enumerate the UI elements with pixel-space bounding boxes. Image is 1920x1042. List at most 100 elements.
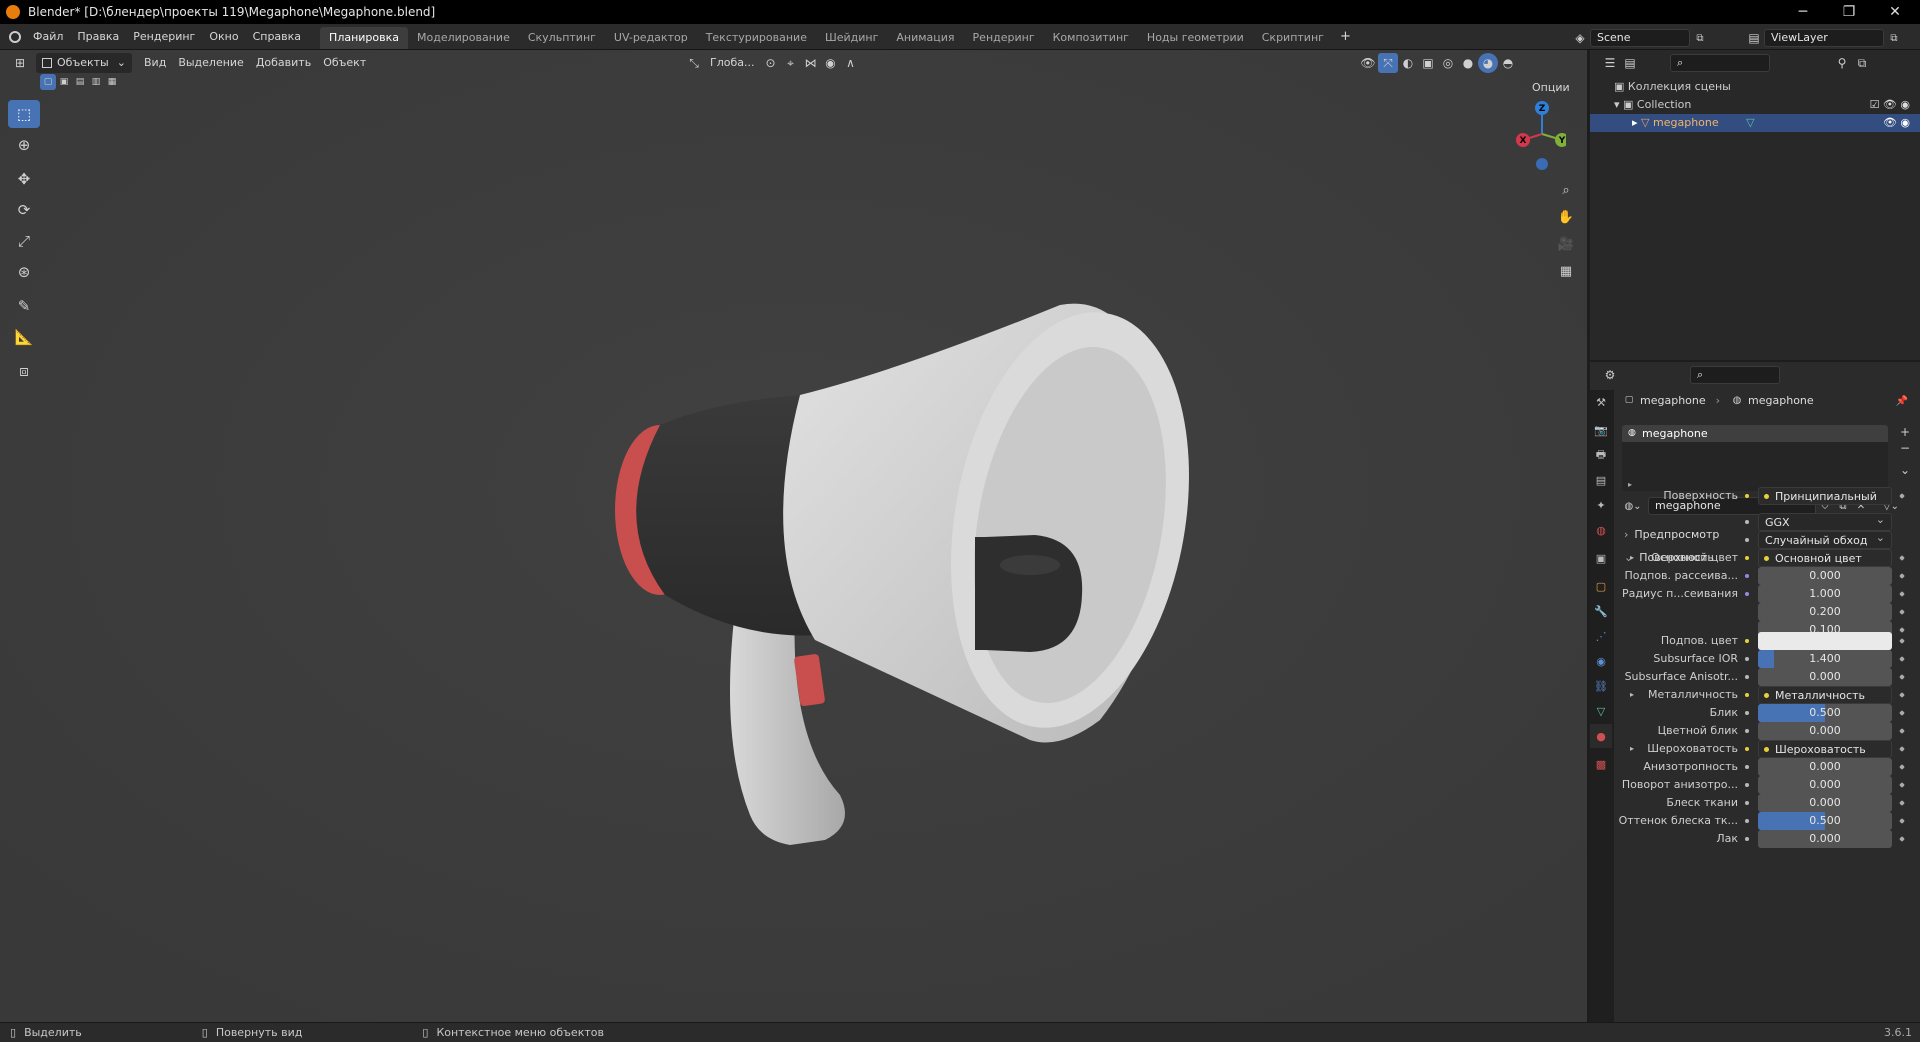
wireframe-shading-icon[interactable]: ◎: [1438, 53, 1458, 73]
keyframe-icon[interactable]: [1899, 764, 1905, 770]
property-value-field[interactable]: 0.000: [1758, 758, 1892, 776]
expand-socket-icon[interactable]: ▸: [1630, 686, 1634, 704]
solid-shading-icon[interactable]: ●: [1458, 53, 1478, 73]
workspace-tab[interactable]: Анимация: [887, 27, 963, 49]
zoom-icon[interactable]: ⌕: [1554, 178, 1578, 202]
xray-icon[interactable]: ▣: [1418, 53, 1438, 73]
keyframe-icon[interactable]: [1899, 656, 1905, 662]
socket-dot-icon[interactable]: [1742, 708, 1752, 718]
property-value-field[interactable]: 0.200: [1758, 603, 1892, 621]
socket-dot-icon[interactable]: [1742, 672, 1752, 682]
breadcrumb-material[interactable]: megaphone: [1748, 394, 1814, 407]
property-value-field[interactable]: GGX: [1758, 513, 1892, 531]
render-tab-icon[interactable]: 📷: [1590, 418, 1612, 442]
viewport-menu-item[interactable]: Выделение: [172, 53, 250, 73]
collection-visibility-icons[interactable]: ☑ 👁 ◉: [1870, 96, 1910, 114]
socket-dot-icon[interactable]: [1742, 690, 1752, 700]
menu-item[interactable]: Файл: [26, 24, 70, 50]
workspace-tab[interactable]: Моделирование: [408, 27, 519, 49]
property-value-field[interactable]: Основной цвет: [1758, 549, 1892, 567]
pin-icon[interactable]: 📌: [1892, 391, 1912, 411]
keyframe-icon[interactable]: [1899, 836, 1905, 842]
output-tab-icon[interactable]: 🖶: [1590, 443, 1612, 467]
data-tab-icon[interactable]: ▽: [1590, 699, 1612, 723]
outliner-search-input[interactable]: ⌕: [1670, 54, 1770, 72]
keyframe-icon[interactable]: [1899, 710, 1905, 716]
scale-icon[interactable]: ⤢: [8, 227, 40, 255]
select-subtract-icon[interactable]: ▤: [72, 74, 88, 90]
expand-socket-icon[interactable]: ▸: [1630, 740, 1634, 758]
transform-icon[interactable]: ⊛: [8, 258, 40, 286]
keyframe-icon[interactable]: [1899, 638, 1905, 644]
keyframe-icon[interactable]: [1899, 609, 1905, 615]
blender-menu-icon[interactable]: [4, 24, 26, 50]
material-slot-list[interactable]: ◍ megaphone ▸: [1622, 425, 1888, 491]
3d-viewport[interactable]: [0, 50, 1587, 1022]
keyframe-icon[interactable]: [1899, 746, 1905, 752]
viewport-menu-item[interactable]: Вид: [138, 53, 172, 73]
particles-tab-icon[interactable]: ⋰: [1590, 624, 1612, 648]
modifier-tab-icon[interactable]: 🔧: [1590, 599, 1612, 623]
scene-selector[interactable]: ◈ Scene ⧉: [1570, 28, 1710, 48]
expand-socket-icon[interactable]: ▸: [1630, 549, 1634, 567]
socket-dot-icon[interactable]: [1742, 744, 1752, 754]
property-value-field[interactable]: Шероховатость: [1758, 740, 1892, 758]
outliner-scene-collection[interactable]: ▣ Коллекция сцены: [1590, 78, 1920, 96]
world-tab-icon[interactable]: ◍: [1590, 518, 1612, 542]
property-value-field[interactable]: 0.500: [1758, 704, 1892, 722]
keyframe-icon[interactable]: [1899, 782, 1905, 788]
proportional-edit-icon[interactable]: ◉: [820, 53, 840, 73]
material-shading-icon[interactable]: ◕: [1478, 53, 1498, 73]
add-cube-icon[interactable]: ⧈: [8, 357, 40, 385]
visibility-icon[interactable]: 👁: [1358, 53, 1378, 73]
properties-search-input[interactable]: ⌕: [1690, 366, 1780, 384]
rendered-shading-icon[interactable]: ◓: [1498, 53, 1518, 73]
property-value-field[interactable]: Случайный обход: [1758, 531, 1892, 549]
filter-icon[interactable]: ⚲: [1832, 53, 1852, 73]
new-collection-icon[interactable]: ⧉: [1852, 53, 1872, 73]
minimize-icon[interactable]: ─: [1780, 0, 1826, 24]
viewlayer-selector[interactable]: ▤ ViewLayer ⧉: [1744, 28, 1904, 48]
workspace-tab[interactable]: Шейдинг: [816, 27, 887, 49]
workspace-tab[interactable]: Скриптинг: [1253, 27, 1333, 49]
add-workspace-icon[interactable]: +: [1333, 24, 1358, 50]
keyframe-icon[interactable]: [1899, 493, 1905, 499]
workspace-tab[interactable]: Скульптинг: [519, 27, 605, 49]
socket-dot-icon[interactable]: [1742, 491, 1752, 501]
move-icon[interactable]: ✥: [8, 165, 40, 193]
pivot-icon[interactable]: ⊙: [760, 53, 780, 73]
camera-icon[interactable]: 🎥: [1554, 232, 1578, 256]
options-button[interactable]: Опции: [1526, 78, 1576, 98]
socket-dot-icon[interactable]: [1742, 654, 1752, 664]
scene-field[interactable]: Scene: [1590, 29, 1690, 47]
scene-tab-icon[interactable]: ✦: [1590, 493, 1612, 517]
property-value-field[interactable]: [1758, 632, 1892, 650]
property-value-field[interactable]: Принципиальный BSDF: [1758, 487, 1892, 505]
property-value-field[interactable]: 1.400: [1758, 650, 1892, 668]
measure-icon[interactable]: 📐: [8, 323, 40, 351]
object-visibility-icons[interactable]: 👁 ◉: [1883, 114, 1910, 132]
ortho-grid-icon[interactable]: ▦: [1554, 259, 1578, 283]
viewport-menu-item[interactable]: Добавить: [250, 53, 317, 73]
outliner-collection[interactable]: ▾ ▣ Collection ☑ 👁 ◉: [1590, 96, 1920, 114]
menu-item[interactable]: Справка: [246, 24, 308, 50]
slot-specials-icon[interactable]: ⌄: [1896, 462, 1914, 478]
socket-dot-icon[interactable]: [1742, 571, 1752, 581]
snap-icon[interactable]: ⌖: [780, 53, 800, 73]
menu-item[interactable]: Окно: [202, 24, 245, 50]
megaphone-model[interactable]: [0, 50, 1587, 1022]
keyframe-icon[interactable]: [1899, 800, 1905, 806]
socket-dot-icon[interactable]: [1742, 589, 1752, 599]
breadcrumb-object[interactable]: megaphone: [1640, 394, 1706, 407]
menu-item[interactable]: Рендеринг: [126, 24, 202, 50]
constraints-tab-icon[interactable]: ⛓: [1590, 674, 1612, 698]
keyframe-icon[interactable]: [1899, 555, 1905, 561]
rotate-icon[interactable]: ⟳: [8, 196, 40, 224]
menu-item[interactable]: Правка: [70, 24, 126, 50]
material-tab-icon[interactable]: ●: [1590, 724, 1612, 748]
outliner-object-megaphone[interactable]: ▸ ▽ megaphone ▽ 👁 ◉: [1590, 114, 1920, 132]
pin-scene-icon[interactable]: ⧉: [1690, 28, 1710, 48]
display-mode-icon[interactable]: ▤: [1620, 53, 1640, 73]
view-layer-tab-icon[interactable]: ▤: [1590, 468, 1612, 492]
physics-tab-icon[interactable]: ◉: [1590, 649, 1612, 673]
